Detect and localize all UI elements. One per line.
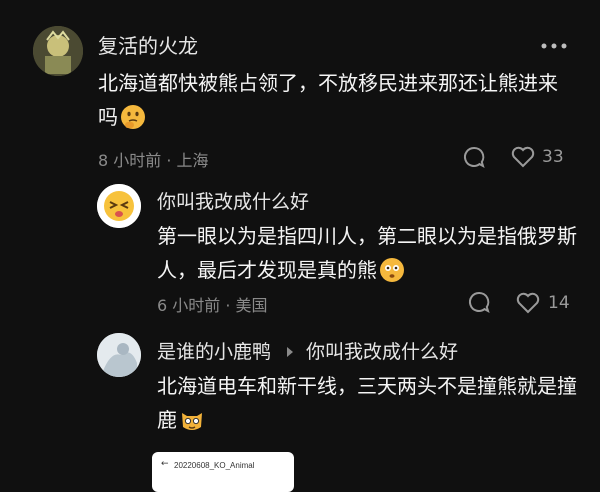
back-arrow-icon[interactable]: ← bbox=[161, 459, 169, 469]
comment-1-like-count: 33 bbox=[542, 147, 564, 167]
attachment-card[interactable]: ← 20220608_KO_Animal bbox=[152, 452, 294, 492]
reply-arrow-icon bbox=[285, 343, 295, 357]
comment-2-like-count: 14 bbox=[548, 293, 570, 313]
commenter-3-name[interactable]: 是谁的小鹿鸭 bbox=[157, 337, 271, 364]
avatar-commenter-3[interactable] bbox=[97, 333, 141, 377]
comment-1-meta: 8 小时前 · 上海 bbox=[98, 151, 209, 170]
comment-2-text: 第一眼以为是指四川人，第二眼以为是指俄罗斯人，最后才发现是真的熊 bbox=[157, 219, 577, 287]
thinking-face-icon bbox=[120, 104, 146, 130]
like-heart-icon[interactable] bbox=[511, 146, 535, 168]
comment-2-meta: 6 小时前 · 美国 bbox=[157, 296, 268, 315]
cat-face-icon bbox=[179, 407, 205, 433]
comment-2-text-content: 第一眼以为是指四川人，第二眼以为是指俄罗斯人，最后才发现是真的熊 bbox=[157, 224, 577, 282]
more-options-icon[interactable] bbox=[540, 36, 568, 49]
commenter-1-name[interactable]: 复活的火龙 bbox=[98, 30, 198, 59]
avatar-commenter-2[interactable] bbox=[97, 184, 141, 228]
comment-3-text: 北海道电车和新干线，三天两头不是撞熊就是撞鹿 bbox=[157, 369, 577, 437]
flushed-face-icon bbox=[379, 257, 405, 283]
attachment-title: 20220608_KO_Animal bbox=[174, 461, 255, 470]
reply-to-name[interactable]: 你叫我改成什么好 bbox=[306, 337, 458, 364]
reply-icon[interactable] bbox=[467, 290, 491, 314]
comment-1-text: 北海道都快被熊占领了，不放移民进来那还让熊进来吗 bbox=[98, 66, 568, 134]
comment-1-text-content: 北海道都快被熊占领了，不放移民进来那还让熊进来吗 bbox=[98, 71, 558, 129]
like-heart-icon[interactable] bbox=[516, 292, 540, 314]
commenter-2-name[interactable]: 你叫我改成什么好 bbox=[157, 187, 309, 214]
avatar-commenter-1[interactable] bbox=[33, 26, 83, 76]
comment-3-text-content: 北海道电车和新干线，三天两头不是撞熊就是撞鹿 bbox=[157, 374, 577, 432]
reply-icon[interactable] bbox=[462, 145, 486, 169]
